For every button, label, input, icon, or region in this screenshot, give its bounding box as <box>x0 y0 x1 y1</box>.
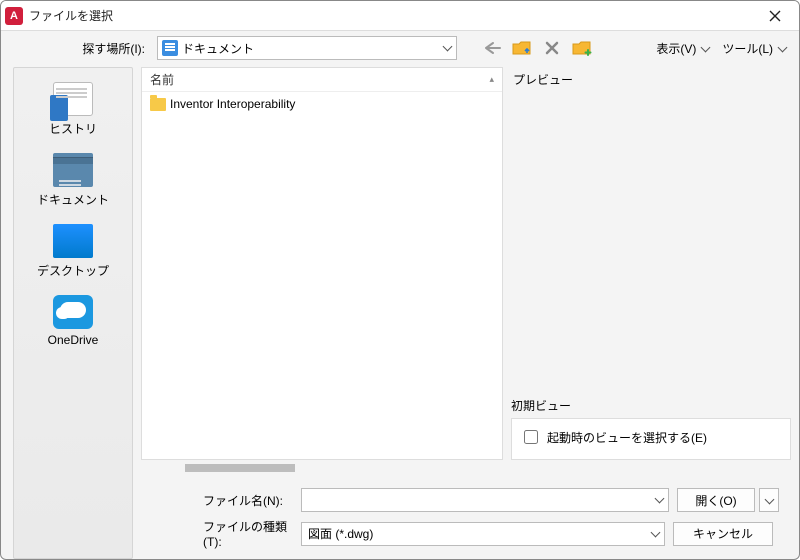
dialog-body: ヒストリ ドキュメント デスクトップ OneDrive 名前 ▴ <box>1 65 799 559</box>
filetype-value: 図面 (*.dwg) <box>308 525 373 542</box>
open-button-split[interactable] <box>759 488 779 512</box>
lookin-value: ドキュメント <box>182 40 254 57</box>
desktop-icon <box>53 224 93 258</box>
places-bar: ヒストリ ドキュメント デスクトップ OneDrive <box>13 67 133 559</box>
places-onedrive[interactable]: OneDrive <box>14 291 132 357</box>
places-documents[interactable]: ドキュメント <box>14 149 132 218</box>
open-button[interactable]: 開く(O) <box>677 488 755 512</box>
select-initial-view-input[interactable] <box>524 430 538 444</box>
filetype-label: ファイルの種類(T): <box>153 518 301 549</box>
folder-icon <box>150 98 166 111</box>
filename-combo[interactable] <box>301 488 669 512</box>
places-history-label: ヒストリ <box>49 122 97 136</box>
cancel-button-label: キャンセル <box>693 525 753 542</box>
close-icon <box>769 10 781 22</box>
preview-pane: プレビュー 初期ビュー 起動時のビューを選択する(E) <box>511 67 791 460</box>
chevron-down-icon <box>650 528 660 538</box>
places-onedrive-label: OneDrive <box>48 333 99 347</box>
documents-icon <box>162 40 178 56</box>
lookin-label: 探す場所(I): <box>1 40 153 57</box>
file-list-body[interactable]: Inventor Interoperability <box>142 92 502 459</box>
places-history[interactable]: ヒストリ <box>14 78 132 147</box>
places-desktop-label: デスクトップ <box>37 264 109 278</box>
history-icon <box>53 82 93 116</box>
view-menu-label: 表示(V) <box>656 40 696 57</box>
dialog-title: ファイルを選択 <box>29 7 755 24</box>
delete-x-icon <box>545 41 559 55</box>
sort-indicator-icon: ▴ <box>489 74 494 85</box>
initial-view-label: 初期ビュー <box>511 397 791 414</box>
initial-view-group: 初期ビュー 起動時のビューを選択する(E) <box>511 397 791 460</box>
back-button[interactable] <box>479 36 505 60</box>
view-menu[interactable]: 表示(V) <box>652 37 714 60</box>
app-icon: A <box>5 7 23 25</box>
chevron-down-icon <box>654 494 664 504</box>
cancel-button[interactable]: キャンセル <box>673 522 773 546</box>
close-button[interactable] <box>755 2 795 30</box>
filename-label: ファイル名(N): <box>153 492 301 509</box>
folder-up-icon <box>512 40 532 56</box>
lookin-combo[interactable]: ドキュメント <box>157 36 457 60</box>
filetype-combo[interactable]: 図面 (*.dwg) <box>301 522 665 546</box>
center-column: 名前 ▴ Inventor Interoperability プレビュー <box>141 67 791 559</box>
up-folder-button[interactable] <box>509 36 535 60</box>
horizontal-scrollbar[interactable] <box>141 464 791 476</box>
select-initial-view-label: 起動時のビューを選択する(E) <box>547 429 707 446</box>
bottom-controls: ファイル名(N): 開く(O) ファイルの種類(T): 図面 ( <box>141 476 791 559</box>
toolbar: 探す場所(I): ドキュメント 表示(V) ツール(L) <box>1 31 799 65</box>
chevron-down-icon <box>442 42 452 52</box>
select-initial-view-checkbox[interactable]: 起動時のビューを選択する(E) <box>520 427 782 447</box>
file-select-dialog: A ファイルを選択 探す場所(I): ドキュメント 表示(V) <box>0 0 800 560</box>
chevron-down-icon <box>700 43 710 53</box>
back-arrow-icon <box>483 41 501 55</box>
titlebar: A ファイルを選択 <box>1 1 799 31</box>
documents-folder-icon <box>53 153 93 187</box>
preview-box <box>511 92 791 389</box>
column-name[interactable]: 名前 <box>150 71 409 88</box>
preview-label: プレビュー <box>511 67 791 92</box>
delete-button[interactable] <box>539 36 565 60</box>
file-list[interactable]: 名前 ▴ Inventor Interoperability <box>141 67 503 460</box>
places-desktop[interactable]: デスクトップ <box>14 220 132 289</box>
places-documents-label: ドキュメント <box>37 193 109 207</box>
onedrive-icon <box>53 295 93 329</box>
folder-new-icon <box>572 40 592 56</box>
list-item-label: Inventor Interoperability <box>170 97 295 111</box>
new-folder-button[interactable] <box>569 36 595 60</box>
open-button-label: 開く(O) <box>695 492 736 509</box>
tools-menu-label: ツール(L) <box>722 40 773 57</box>
tools-menu[interactable]: ツール(L) <box>718 37 791 60</box>
chevron-down-icon <box>777 43 787 53</box>
file-list-header[interactable]: 名前 ▴ <box>142 68 502 92</box>
list-item[interactable]: Inventor Interoperability <box>144 94 500 114</box>
chevron-down-icon <box>764 495 774 505</box>
